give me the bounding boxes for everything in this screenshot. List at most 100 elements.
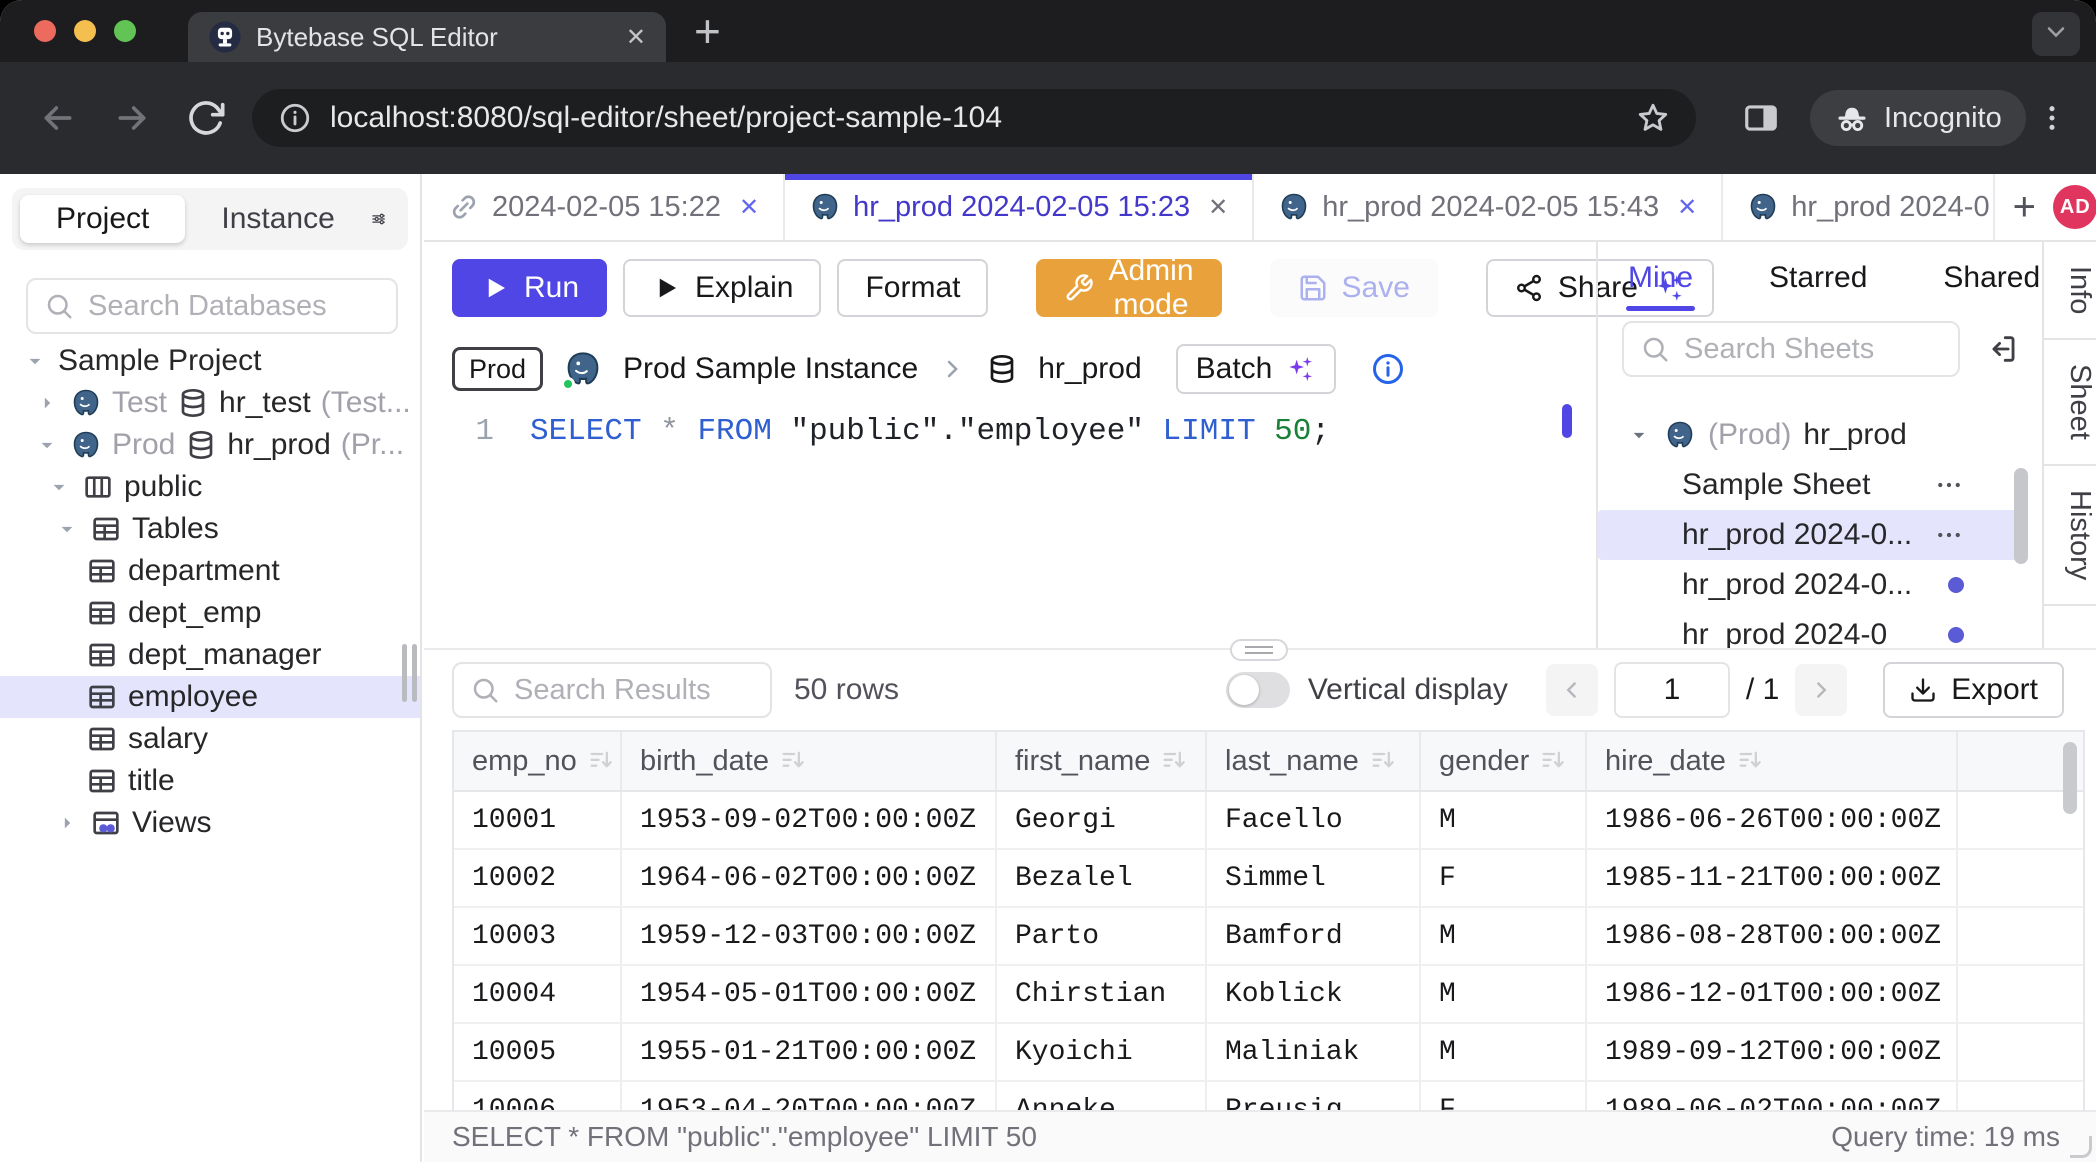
batch-button[interactable]: Batch [1176, 344, 1337, 394]
tree-item-employee[interactable]: employee [0, 676, 420, 718]
window-close-button[interactable] [34, 20, 56, 42]
admin-mode-button[interactable]: Admin mode [1036, 259, 1221, 317]
browser-menu-icon[interactable] [2036, 102, 2068, 134]
table-cell[interactable]: Chirstian [997, 966, 1207, 1022]
results-search-input[interactable]: Search Results [452, 662, 772, 718]
instance-name[interactable]: Prod Sample Instance [623, 352, 918, 386]
table-cell[interactable]: Koblick [1207, 966, 1421, 1022]
sheet-item-hr-prod-2024-0[interactable]: hr_prod 2024-0 [1598, 610, 2020, 648]
rail-tab-sheet[interactable]: Sheet [2044, 340, 2096, 466]
filter-settings-icon[interactable] [371, 202, 386, 236]
sheet-item-menu[interactable] [1934, 520, 1964, 550]
info-icon[interactable] [1370, 351, 1406, 387]
table-cell[interactable]: M [1421, 1024, 1587, 1080]
browser-tab[interactable]: Bytebase SQL Editor ✕ [188, 12, 666, 62]
new-tab-button[interactable]: + [694, 4, 721, 58]
table-cell[interactable]: 10006 [454, 1082, 622, 1110]
column-header-hire-date[interactable]: hire_date [1587, 732, 1958, 790]
table-cell[interactable]: 10005 [454, 1024, 622, 1080]
table-cell[interactable]: M [1421, 792, 1587, 848]
table-cell[interactable]: M [1421, 966, 1587, 1022]
rail-tab-info[interactable]: Info [2044, 242, 2096, 340]
tree-item-tables[interactable]: Tables [0, 508, 420, 550]
table-cell[interactable]: 1985-11-21T00:00:00Z [1587, 850, 1958, 906]
sheet-item-hr-prod-2024-0[interactable]: hr_prod 2024-0... [1598, 560, 2020, 610]
sql-code-editor[interactable]: 1 SELECT * FROM "public"."employee" LIMI… [424, 404, 1596, 648]
export-button[interactable]: Export [1883, 662, 2064, 718]
tab-search-button[interactable] [2032, 12, 2080, 56]
tree-item-public[interactable]: public [0, 466, 420, 508]
table-cell[interactable]: 1953-09-02T00:00:00Z [622, 792, 997, 848]
tree-item-hr-prod[interactable]: Prodhr_prod(Pr... [0, 424, 420, 466]
table-cell[interactable]: 1959-12-03T00:00:00Z [622, 908, 997, 964]
tab-instance[interactable]: Instance [185, 195, 370, 243]
table-cell[interactable]: Georgi [997, 792, 1207, 848]
format-button[interactable]: Format [837, 259, 988, 317]
table-row[interactable]: 100031959-12-03T00:00:00ZPartoBamfordM19… [454, 908, 2083, 966]
avatar[interactable]: AD [2053, 185, 2096, 229]
table-cell[interactable]: Kyoichi [997, 1024, 1207, 1080]
back-button[interactable] [38, 98, 78, 138]
table-cell[interactable]: M [1421, 908, 1587, 964]
worksheet-tab-2024-02-05-15-22[interactable]: 2024-02-05 15:22✕ [424, 174, 785, 240]
sheet-tab-starred[interactable]: Starred [1767, 245, 1869, 311]
table-cell[interactable]: Maliniak [1207, 1024, 1421, 1080]
prev-page-button[interactable] [1546, 664, 1598, 716]
tree-item-dept-emp[interactable]: dept_emp [0, 592, 420, 634]
table-cell[interactable]: 1964-06-02T00:00:00Z [622, 850, 997, 906]
table-cell[interactable]: 1954-05-01T00:00:00Z [622, 966, 997, 1022]
table-cell[interactable]: 1986-12-01T00:00:00Z [1587, 966, 1958, 1022]
worksheet-tab-hr-prod-2024-02-05-15-43[interactable]: hr_prod 2024-02-05 15:43✕ [1254, 174, 1723, 240]
address-bar[interactable]: localhost:8080/sql-editor/sheet/project-… [252, 89, 1696, 147]
database-search-input[interactable]: Search Databases [26, 278, 398, 334]
worksheet-tab-hr-prod-2024-02-05-15-23[interactable]: hr_prod 2024-02-05 15:23✕ [785, 174, 1254, 240]
sheet-item-sample-sheet[interactable]: Sample Sheet [1598, 460, 2020, 510]
tree-item-title[interactable]: title [0, 760, 420, 802]
rail-tab-history[interactable]: History [2044, 466, 2096, 606]
table-cell[interactable]: 10002 [454, 850, 622, 906]
table-cell[interactable]: 1986-08-28T00:00:00Z [1587, 908, 1958, 964]
sheet-tab-mine[interactable]: Mine [1626, 245, 1695, 311]
column-header-first-name[interactable]: first_name [997, 732, 1207, 790]
table-row[interactable]: 100011953-09-02T00:00:00ZGeorgiFacelloM1… [454, 792, 2083, 850]
table-cell[interactable]: Simmel [1207, 850, 1421, 906]
close-worksheet-icon[interactable]: ✕ [739, 193, 759, 222]
sheet-item-menu[interactable] [1934, 470, 1964, 500]
table-cell[interactable]: Anneke [997, 1082, 1207, 1110]
column-header-gender[interactable]: gender [1421, 732, 1587, 790]
new-worksheet-button[interactable]: + [1995, 174, 2053, 240]
column-header-birth-date[interactable]: birth_date [622, 732, 997, 790]
sidebar-resize-handle[interactable] [412, 644, 417, 702]
import-sheet-icon[interactable] [1984, 332, 2018, 366]
tree-item-salary[interactable]: salary [0, 718, 420, 760]
close-tab-icon[interactable]: ✕ [626, 23, 646, 52]
table-cell[interactable]: Facello [1207, 792, 1421, 848]
window-resize-corner[interactable] [2070, 1136, 2092, 1158]
column-header-last-name[interactable]: last_name [1207, 732, 1421, 790]
close-worksheet-icon[interactable]: ✕ [1208, 193, 1228, 222]
worksheet-tab-hr-prod-2024-0[interactable]: hr_prod 2024-0 [1723, 174, 1995, 240]
tree-item-hr-test[interactable]: Testhr_test(Test... [0, 382, 420, 424]
table-cell[interactable]: 1989-06-02T00:00:00Z [1587, 1082, 1958, 1110]
scrollbar-thumb[interactable] [2063, 742, 2077, 814]
reload-button[interactable] [186, 98, 226, 138]
table-cell[interactable]: 10001 [454, 792, 622, 848]
tree-item-dept-manager[interactable]: dept_manager [0, 634, 420, 676]
table-row[interactable]: 100041954-05-01T00:00:00ZChirstianKoblic… [454, 966, 2083, 1024]
sheet-search-input[interactable]: Search Sheets [1622, 321, 1960, 377]
page-number-input[interactable] [1614, 662, 1730, 718]
close-worksheet-icon[interactable]: ✕ [1677, 193, 1697, 222]
table-row[interactable]: 100021964-06-02T00:00:00ZBezalelSimmelF1… [454, 850, 2083, 908]
explain-button[interactable]: Explain [623, 259, 821, 317]
bookmark-star-icon[interactable] [1636, 101, 1670, 135]
panel-resize-handle[interactable] [1230, 639, 1288, 661]
tree-item-sample-project[interactable]: Sample Project [0, 340, 420, 382]
tab-project[interactable]: Project [20, 195, 185, 243]
table-cell[interactable]: 10004 [454, 966, 622, 1022]
table-cell[interactable]: 1955-01-21T00:00:00Z [622, 1024, 997, 1080]
table-cell[interactable]: F [1421, 850, 1587, 906]
table-cell[interactable]: Parto [997, 908, 1207, 964]
forward-button[interactable] [112, 98, 152, 138]
table-cell[interactable]: Bezalel [997, 850, 1207, 906]
tree-item-department[interactable]: department [0, 550, 420, 592]
